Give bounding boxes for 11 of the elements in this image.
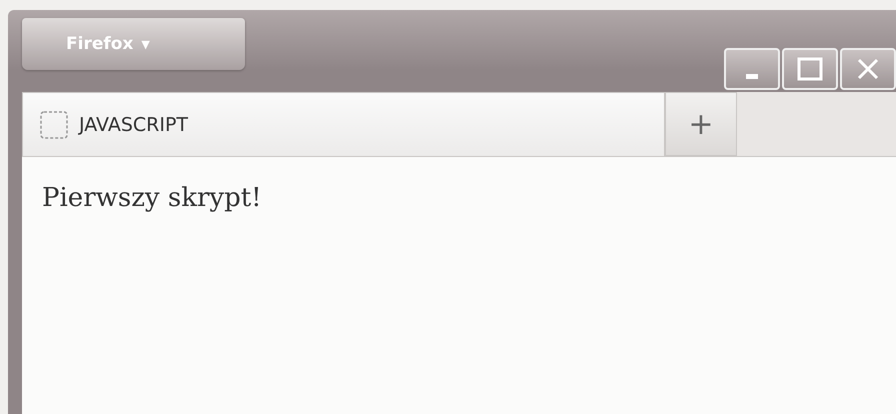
new-tab-button[interactable]: + xyxy=(665,92,737,156)
maximize-button[interactable] xyxy=(782,48,838,90)
page-text: Pierwszy skrypt! xyxy=(42,183,262,213)
minimize-icon xyxy=(746,74,758,78)
minimize-button[interactable] xyxy=(724,48,780,90)
maximize-icon xyxy=(797,57,823,81)
close-button[interactable] xyxy=(840,48,896,90)
blank-page-icon xyxy=(39,110,69,140)
browser-tab[interactable]: JAVASCRIPT xyxy=(22,92,665,156)
tab-title: JAVASCRIPT xyxy=(79,114,188,136)
close-icon xyxy=(856,57,880,81)
